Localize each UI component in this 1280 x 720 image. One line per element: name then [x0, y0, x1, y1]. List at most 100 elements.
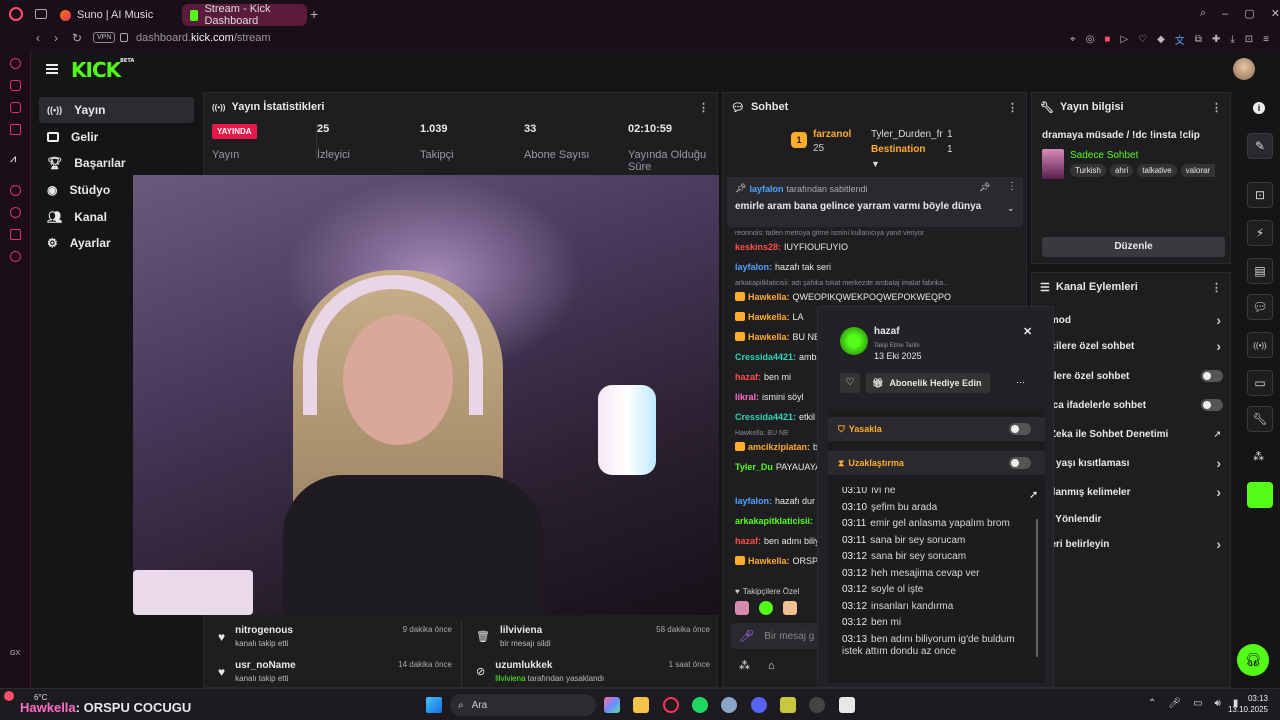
kebab-menu-icon[interactable]: ⋮	[1007, 181, 1017, 192]
chat-username[interactable]: likral:	[735, 392, 759, 402]
chat-username[interactable]: Hawkella:	[748, 332, 790, 342]
kebab-menu-icon[interactable]: ⋮	[1211, 101, 1222, 114]
ban-toggle[interactable]	[1009, 423, 1031, 435]
minimize-icon[interactable]: –	[1222, 8, 1228, 20]
feed-subname[interactable]: lilviviena	[495, 674, 525, 683]
gift-subscription-button[interactable]: 🎁︎ Abonelik Hediye Edin	[866, 373, 990, 393]
puzzle-icon[interactable]: ✚	[1212, 34, 1220, 45]
heart-icon[interactable]: ♡	[1138, 34, 1147, 45]
capture-icon[interactable]	[839, 697, 855, 713]
stream-preview-video[interactable]	[133, 175, 719, 615]
toggle-switch[interactable]	[1201, 399, 1223, 411]
new-tab-icon[interactable]: +	[310, 6, 318, 22]
channel-action-row[interactable]: ay Zeka ile Sohbet Denetimi ↗	[1032, 423, 1227, 445]
channel-action-row[interactable]: ınızca ifadelerle sohbet	[1032, 394, 1227, 416]
chat-username[interactable]: Cressida4421:	[735, 352, 796, 362]
chat-username[interactable]: hazaf:	[735, 372, 761, 382]
tab-suno[interactable]: Suno | AI Music	[52, 4, 177, 26]
nav-item-basarilar[interactable]: 🏆︎ Başarılar	[39, 150, 194, 176]
green-app-icon[interactable]	[1247, 482, 1273, 508]
workspace-icon[interactable]	[35, 9, 47, 19]
more-actions-icon[interactable]: ⋯	[1016, 377, 1025, 388]
feed-name[interactable]: usr_noName	[235, 660, 296, 671]
kick-logo[interactable]: KICKBETA	[71, 58, 134, 82]
play-icon[interactable]: ▷	[1120, 34, 1128, 45]
sidebar-kick-icon[interactable]: ⩘	[10, 153, 16, 166]
channel-action-row[interactable]: yici Yönlendir	[1032, 508, 1227, 530]
clock[interactable]: 03:13 13.10.2025	[1218, 693, 1268, 715]
pin-icon[interactable]: ⌖	[1070, 34, 1076, 45]
history-scrollbar[interactable]	[1036, 519, 1038, 657]
forward-icon[interactable]: ›	[54, 31, 58, 45]
edit-button[interactable]: Düzenle	[1042, 237, 1225, 257]
emote-icon[interactable]	[759, 601, 773, 615]
broadcast-icon[interactable]: ((•))	[1247, 332, 1273, 358]
feed-name[interactable]: lilviviena	[500, 625, 551, 636]
avatar[interactable]	[1233, 58, 1255, 80]
chat-username[interactable]: hazaf:	[735, 536, 761, 546]
opera-logo-icon[interactable]	[9, 7, 23, 21]
store-icon[interactable]: ⌂	[768, 660, 775, 672]
vpn-badge[interactable]: VPN	[93, 32, 116, 43]
nav-item-yayin[interactable]: ((•)) Yayın	[39, 97, 194, 123]
reload-icon[interactable]: ↻	[72, 31, 82, 45]
app-icon[interactable]	[780, 697, 796, 713]
toggle-switch[interactable]	[1201, 370, 1223, 382]
channel-action-row[interactable]: lefleri belirleyin ›	[1032, 533, 1227, 555]
channel-action-row[interactable]: aş mod›	[1032, 309, 1227, 331]
close-icon[interactable]: ✕	[1023, 325, 1032, 338]
display-icon[interactable]: ▭	[1193, 698, 1202, 709]
spotify-icon[interactable]	[692, 697, 708, 713]
search-tabs-icon[interactable]: ⌕	[1200, 7, 1206, 20]
discord-icon[interactable]	[751, 697, 767, 713]
sidebar-history-icon[interactable]	[10, 207, 21, 218]
document-icon[interactable]: ▤	[1247, 258, 1273, 284]
feed-name[interactable]: nitrogenous	[235, 625, 293, 636]
camera-icon[interactable]: ◎	[1086, 34, 1095, 45]
wrench-icon[interactable]: 🔧︎	[1247, 406, 1273, 432]
support-chat-button[interactable]: 🎧︎	[1237, 644, 1269, 676]
channel-action-row[interactable]: saklanmış kelimeler ›	[1032, 481, 1227, 503]
emote-picker-icon[interactable]: ⁂	[739, 659, 750, 672]
kebab-menu-icon[interactable]: ⋮	[1007, 101, 1018, 114]
chat-username[interactable]: arkakapitklaticisii:	[735, 516, 813, 526]
back-icon[interactable]: ‹	[36, 31, 40, 45]
emote-icon[interactable]	[735, 601, 749, 615]
leaderboard-name[interactable]: farzanol	[813, 129, 851, 140]
snapshot-icon[interactable]: ⊡	[1245, 34, 1253, 45]
sidebar-messenger-icon[interactable]	[10, 124, 21, 135]
copilot-icon[interactable]	[604, 697, 620, 713]
channel-action-row[interactable]: kipçilere özel sohbet ›	[1032, 335, 1227, 357]
weather-icon[interactable]	[4, 691, 14, 701]
opera-gx-icon[interactable]	[663, 697, 679, 713]
chat-username[interactable]: Hawkella:	[748, 292, 790, 302]
nav-item-gelir[interactable]: Gelir	[39, 124, 194, 150]
leaderboard-expand-icon[interactable]: ▼	[871, 159, 880, 169]
obs-icon[interactable]	[809, 697, 825, 713]
leaderboard-name[interactable]: Bestination	[871, 144, 925, 155]
download-icon[interactable]: ⤓	[1230, 34, 1234, 45]
tag[interactable]: valorar	[1180, 164, 1216, 177]
feed-name[interactable]: uzumlukkek	[495, 660, 604, 671]
taskbar-search[interactable]: ⌕ Ara	[450, 694, 596, 716]
tag[interactable]: talkative	[1137, 164, 1177, 177]
sidebar-music-icon[interactable]	[10, 80, 21, 91]
channel-action-row[interactable]: sap yaşı kısıtlaması ›	[1032, 452, 1227, 474]
follow-heart-button[interactable]: ♡	[840, 373, 860, 393]
kebab-menu-icon[interactable]: ⋮	[698, 101, 709, 114]
kebab-menu-icon[interactable]: ⋮	[1211, 281, 1222, 294]
chat-username[interactable]: layfalon:	[735, 496, 772, 506]
lightning-icon[interactable]: ⚡︎	[1247, 220, 1273, 246]
screenshot-icon[interactable]: ⊡	[1247, 182, 1273, 208]
extensions-icon[interactable]: ⧉	[1195, 34, 1202, 45]
chevron-down-icon[interactable]: ⌄	[1007, 203, 1015, 214]
sidebar-gx-icon[interactable]: GX	[10, 650, 20, 657]
chat-username[interactable]: Hawkella:	[748, 312, 790, 322]
extension-diamond-icon[interactable]: ◆	[1157, 34, 1165, 45]
start-icon[interactable]	[426, 697, 442, 713]
tray-chevron-icon[interactable]: ⌃	[1148, 698, 1156, 709]
tag[interactable]: ahri	[1109, 164, 1134, 177]
info-icon[interactable]: i	[1253, 102, 1265, 114]
emotes-icon[interactable]: ⁂	[1253, 450, 1264, 463]
steam-icon[interactable]	[721, 697, 737, 713]
